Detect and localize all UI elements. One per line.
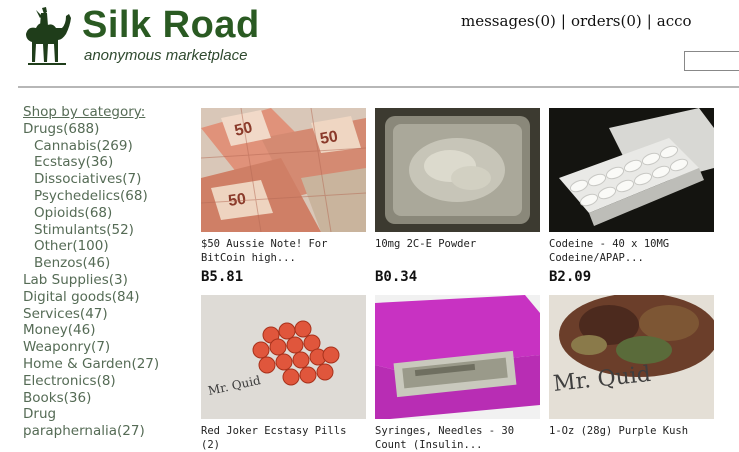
- nav-separator: |: [560, 12, 566, 30]
- product-name[interactable]: $50 Aussie Note! For BitCoin high...: [201, 237, 371, 265]
- category-link[interactable]: Ecstasy(36): [23, 154, 198, 171]
- category-link[interactable]: Digital goods(84): [23, 289, 198, 306]
- header-divider: [18, 86, 739, 88]
- product-image[interactable]: [375, 295, 540, 419]
- product-price: B2.09: [549, 269, 592, 285]
- search-input[interactable]: [684, 51, 739, 71]
- category-link[interactable]: Drug: [23, 406, 198, 423]
- pill-blister-photo-icon: [549, 108, 714, 232]
- category-list: Drugs(688) Cannabis(269) Ecstasy(36) Dissoc…: [23, 121, 198, 440]
- product-image[interactable]: [549, 108, 714, 232]
- category-link[interactable]: Books(36): [23, 390, 198, 407]
- category-link[interactable]: Money(46): [23, 322, 198, 339]
- top-navigation: messages(0) | orders(0) | acco: [461, 12, 692, 30]
- cannabis-photo-icon: Mr. Quid: [549, 295, 714, 419]
- product-image[interactable]: Mr. Quid: [549, 295, 714, 419]
- product-name[interactable]: Red Joker Ecstasy Pills (2): [201, 424, 371, 452]
- product-price: B0.34: [375, 269, 418, 285]
- product-price: B5.81: [201, 269, 244, 285]
- messages-link[interactable]: messages(0): [461, 12, 556, 30]
- category-link[interactable]: Services(47): [23, 306, 198, 323]
- orders-link[interactable]: orders(0): [571, 12, 642, 30]
- category-link[interactable]: Drugs(688): [23, 121, 198, 138]
- red-pills-photo-icon: Mr. Quid: [201, 295, 366, 419]
- category-link[interactable]: Psychedelics(68): [23, 188, 198, 205]
- site-title[interactable]: Silk Road: [82, 2, 260, 48]
- powder-tray-photo-icon: [375, 108, 540, 232]
- syringe-box-photo-icon: [375, 295, 540, 419]
- product-name[interactable]: 10mg 2C-E Powder: [375, 237, 545, 251]
- category-link[interactable]: Home & Garden(27): [23, 356, 198, 373]
- category-link[interactable]: Other(100): [23, 238, 198, 255]
- product-image[interactable]: [375, 108, 540, 232]
- product-name[interactable]: Syringes, Needles - 30 Count (Insulin...: [375, 424, 545, 452]
- category-link[interactable]: Dissociatives(7): [23, 171, 198, 188]
- svg-text:50: 50: [319, 128, 340, 148]
- category-link[interactable]: paraphernalia(27): [23, 423, 198, 440]
- category-link[interactable]: Weaponry(7): [23, 339, 198, 356]
- nav-separator: |: [646, 12, 652, 30]
- camel-rider-logo-icon[interactable]: [22, 4, 72, 70]
- site-tagline: anonymous marketplace: [84, 47, 248, 64]
- banknotes-photo-icon: 50 50 50: [201, 108, 366, 232]
- account-link[interactable]: acco: [657, 12, 692, 30]
- category-link[interactable]: Opioids(68): [23, 205, 198, 222]
- product-image[interactable]: 50 50 50: [201, 108, 366, 232]
- category-link[interactable]: Lab Supplies(3): [23, 272, 198, 289]
- category-heading[interactable]: Shop by category:: [23, 104, 198, 121]
- product-name[interactable]: 1-Oz (28g) Purple Kush: [549, 424, 719, 438]
- site-header: Silk Road anonymous marketplace messages…: [0, 0, 739, 90]
- category-link[interactable]: Cannabis(269): [23, 138, 198, 155]
- category-link[interactable]: Benzos(46): [23, 255, 198, 272]
- category-link[interactable]: Electronics(8): [23, 373, 198, 390]
- category-link[interactable]: Stimulants(52): [23, 222, 198, 239]
- category-sidebar: Shop by category: Drugs(688) Cannabis(269…: [23, 104, 198, 440]
- product-name[interactable]: Codeine - 40 x 10MG Codeine/APAP...: [549, 237, 719, 265]
- product-image[interactable]: Mr. Quid: [201, 295, 366, 419]
